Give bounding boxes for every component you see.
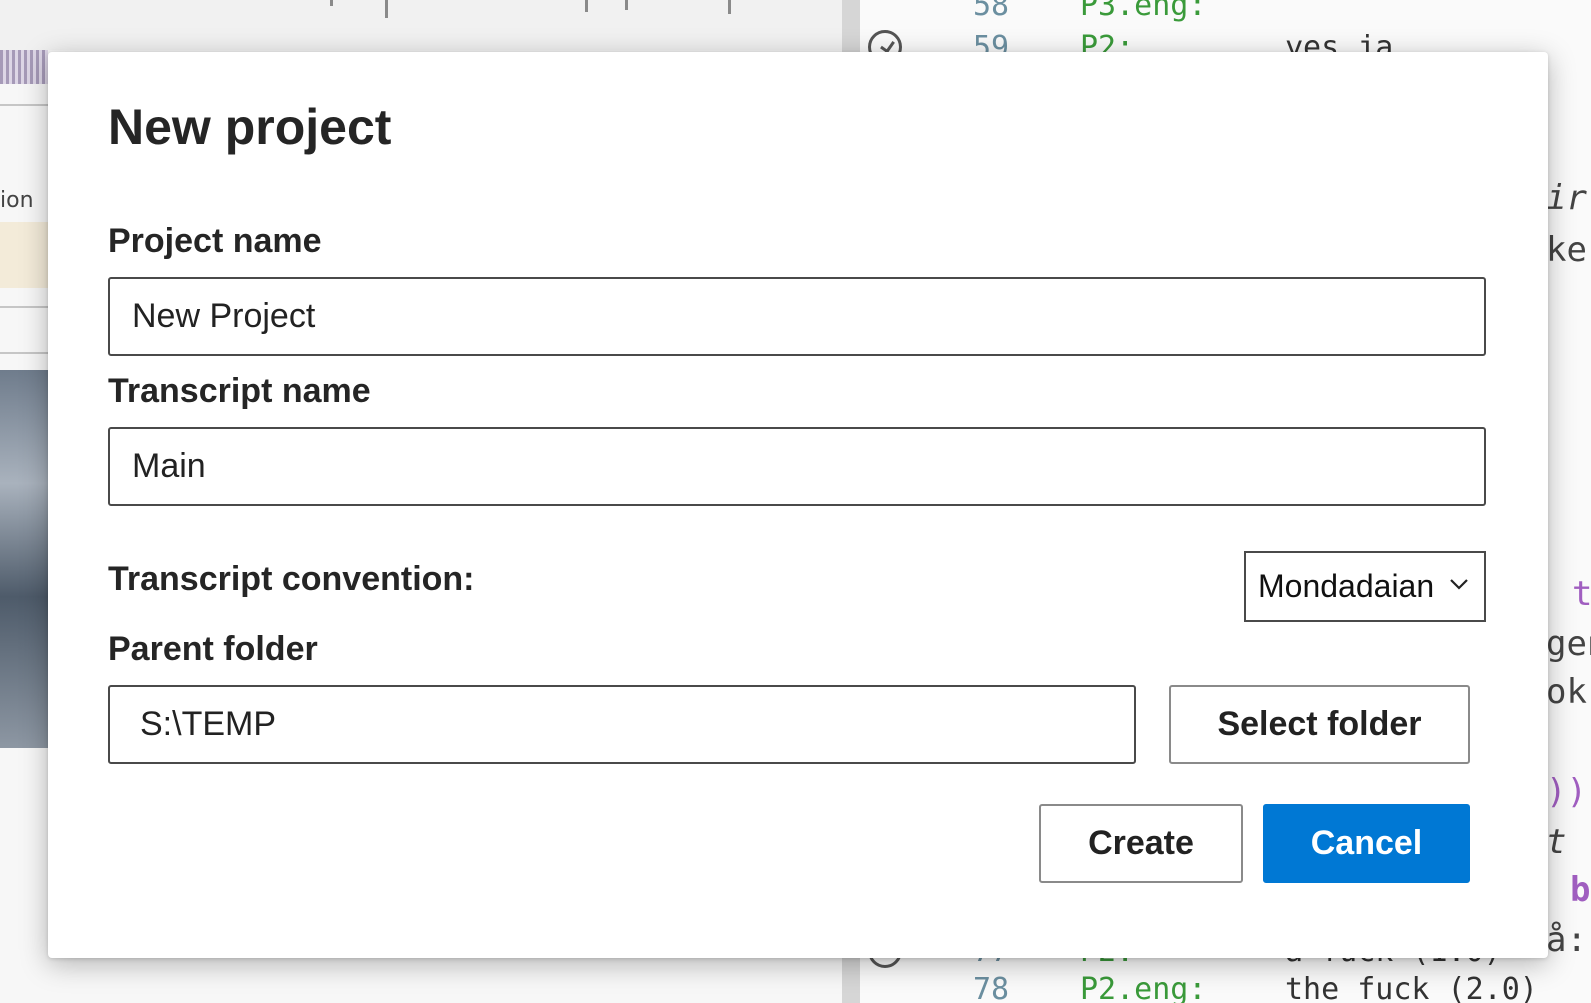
timeline-strip: [0, 50, 48, 84]
create-button[interactable]: Create: [1039, 804, 1243, 883]
code-fragment: t: [1572, 574, 1591, 614]
parent-folder-input[interactable]: [108, 685, 1136, 764]
project-name-label: Project name: [108, 222, 322, 260]
transcript-name-label: Transcript name: [108, 372, 371, 410]
select-value: Mondadaian: [1258, 568, 1435, 604]
parent-folder-label: Parent folder: [108, 630, 318, 668]
transcript-convention-label: Transcript convention:: [108, 560, 475, 598]
code-fragment: b: [1570, 870, 1591, 910]
utterance-text: the fuck (2.0): [1285, 972, 1538, 1003]
waveform-strip: [0, 0, 842, 50]
transcript-convention-select[interactable]: Mondadaian: [1244, 551, 1486, 622]
dialog-title: New project: [108, 99, 392, 155]
divider: [0, 104, 48, 106]
line-number: 78: [973, 972, 1010, 1003]
transcript-name-input[interactable]: [108, 427, 1486, 506]
code-fragment: t: [1546, 822, 1567, 862]
select-folder-button[interactable]: Select folder: [1169, 685, 1470, 764]
video-preview: [0, 370, 48, 748]
code-fragment: ok: [1546, 672, 1587, 712]
speaker-label: P2.eng:: [1080, 972, 1207, 1003]
new-project-dialog: New project Project name Transcript name…: [48, 52, 1548, 958]
cancel-button[interactable]: Cancel: [1263, 804, 1470, 883]
code-fragment: )): [1546, 772, 1587, 812]
project-name-input[interactable]: [108, 277, 1486, 356]
code-fragment: gen: [1546, 624, 1591, 664]
background-panel: [0, 222, 48, 288]
divider: [0, 306, 48, 308]
chevron-down-icon: [1450, 579, 1468, 590]
line-number: 58: [973, 0, 1010, 23]
divider: [0, 352, 48, 354]
code-fragment: ir': [1546, 178, 1591, 218]
speaker-label: P3.eng:: [1080, 0, 1207, 23]
code-fragment: å:: [1546, 920, 1587, 960]
code-fragment: ke: [1546, 230, 1587, 270]
background-label-fragment: ion: [0, 188, 34, 213]
